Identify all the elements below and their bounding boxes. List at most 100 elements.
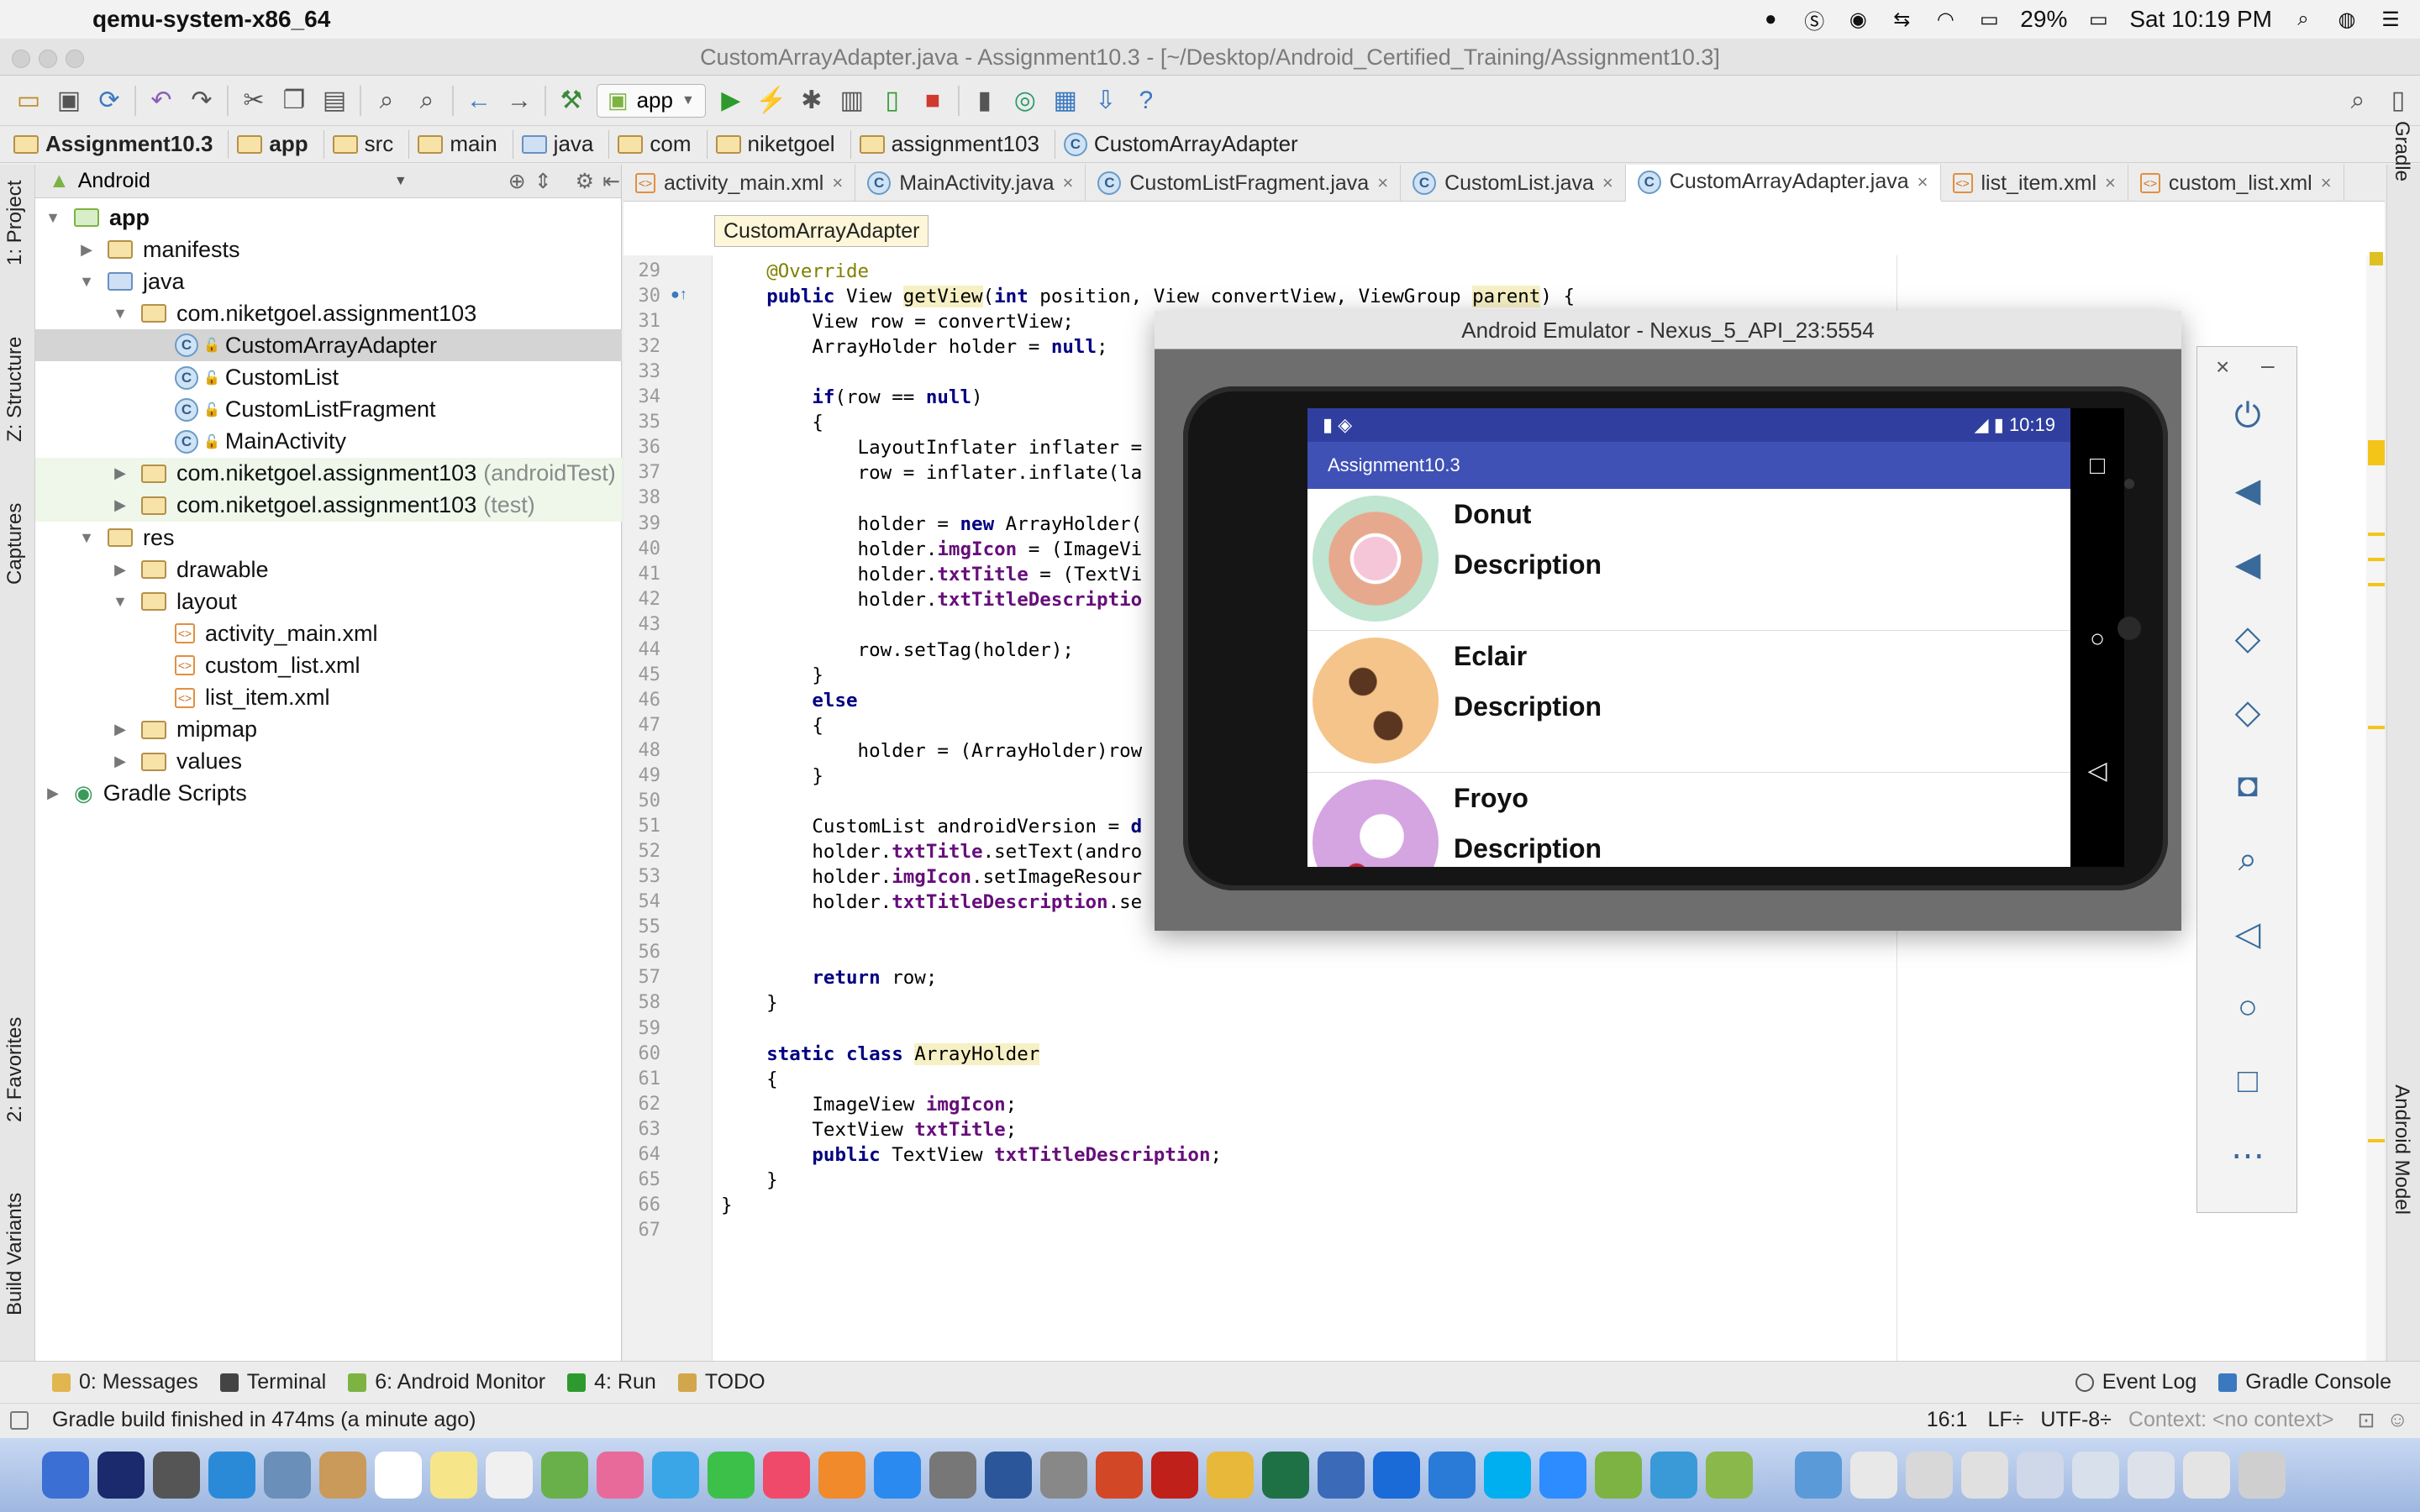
tab-structure[interactable]: Z: Structure <box>3 337 27 442</box>
copy-icon[interactable]: ❐ <box>274 81 314 121</box>
skype-icon[interactable]: Ⓢ <box>1802 7 1827 34</box>
app-store-icon[interactable] <box>874 1452 921 1499</box>
home-button-icon[interactable]: ○ <box>2070 625 2124 654</box>
sdk-manager-icon[interactable]: ⇩ <box>1086 81 1126 121</box>
xcode-icon[interactable] <box>1650 1452 1697 1499</box>
vpn-icon[interactable]: ◉ <box>1845 7 1870 32</box>
warning-marker[interactable] <box>2368 440 2385 465</box>
expand-arrow-icon[interactable]: ▼ <box>44 209 62 227</box>
tree-item[interactable]: ▶ manifests <box>35 234 622 265</box>
collapse-all-icon[interactable]: ⇕ <box>534 169 552 194</box>
overview-icon[interactable]: □ <box>2197 1063 2298 1100</box>
rotate-left-icon[interactable]: ◇ <box>2197 619 2298 658</box>
folder-icon[interactable] <box>1795 1452 1842 1499</box>
tree-item[interactable]: ▼ app <box>35 202 622 234</box>
tab-captures[interactable]: Captures <box>3 503 27 585</box>
acrobat-icon[interactable] <box>1151 1452 1198 1499</box>
finder-icon[interactable] <box>42 1452 89 1499</box>
close-tab-icon[interactable]: × <box>1602 172 1613 194</box>
close-tab-icon[interactable]: × <box>2321 172 2332 194</box>
tab-terminal[interactable]: Terminal <box>219 1370 326 1394</box>
document-icon[interactable] <box>1906 1452 1953 1499</box>
warning-marker[interactable] <box>2368 533 2385 536</box>
forward-icon[interactable]: → <box>499 81 539 121</box>
notification-center-icon[interactable]: ☰ <box>2378 7 2403 32</box>
tab-build-variants[interactable]: Build Variants <box>3 1193 27 1315</box>
breadcrumb-src[interactable]: src <box>332 129 410 159</box>
battery-icon[interactable]: ▭ <box>2086 7 2111 32</box>
redo-icon[interactable]: ↷ <box>182 81 222 121</box>
cut-icon[interactable]: ✂ <box>234 81 274 121</box>
window-minimize-button[interactable] <box>39 50 57 68</box>
rotate-right-icon[interactable]: ◇ <box>2197 693 2298 732</box>
window-close-button[interactable] <box>12 50 30 68</box>
messages-icon[interactable] <box>652 1452 699 1499</box>
photos-icon[interactable] <box>597 1452 644 1499</box>
line-separator[interactable]: LF÷ <box>1987 1408 2023 1432</box>
wifi-icon[interactable]: ◠ <box>1933 7 1958 32</box>
make-project-icon[interactable]: ⚒ <box>551 81 592 121</box>
safari-icon[interactable] <box>208 1452 255 1499</box>
tab-editor-file[interactable]: <> list_item.xml × <box>1941 165 2128 202</box>
file-encoding[interactable]: UTF-8÷ <box>2040 1408 2112 1432</box>
open-folder-icon[interactable]: ▭ <box>8 81 49 121</box>
expand-arrow-icon[interactable]: ▼ <box>111 305 129 323</box>
breadcrumb-main[interactable]: main <box>418 129 513 159</box>
tab-editor-file[interactable]: C CustomListFragment.java × <box>1086 165 1402 202</box>
spotlight-search-icon[interactable]: ⌕ <box>2291 7 2316 32</box>
collapse-arrow-icon[interactable]: ▶ <box>111 753 129 770</box>
profile-icon[interactable]: ▥ <box>832 81 872 121</box>
list-item[interactable]: Donut Description <box>1307 489 2070 631</box>
breadcrumb-niketgoel[interactable]: niketgoel <box>715 129 851 159</box>
skype-icon[interactable] <box>1484 1452 1531 1499</box>
airplay-icon[interactable]: ▭ <box>1976 7 2002 32</box>
emulator-icon[interactable] <box>1706 1452 1753 1499</box>
android-studio-icon[interactable] <box>1595 1452 1642 1499</box>
tab-editor-file[interactable]: <> custom_list.xml × <box>2128 165 2344 202</box>
tab-android-monitor[interactable]: 6: Android Monitor <box>348 1370 545 1394</box>
calendar-icon[interactable] <box>375 1452 422 1499</box>
system-preferences-icon[interactable] <box>929 1452 976 1499</box>
trash-icon[interactable] <box>2238 1452 2286 1499</box>
document-icon[interactable] <box>1850 1452 1897 1499</box>
battery-percent[interactable]: 29% <box>2020 6 2067 33</box>
volume-up-icon[interactable]: ◀ <box>2197 471 2298 510</box>
close-tab-icon[interactable]: × <box>1063 172 1074 194</box>
tool-windows-toggle-icon[interactable] <box>10 1410 29 1430</box>
tab-todo[interactable]: TODO <box>677 1370 765 1394</box>
tree-item[interactable]: C 🔓 CustomArrayAdapter <box>35 329 622 362</box>
tab-project[interactable]: 1: Project <box>3 181 27 265</box>
reminders-icon[interactable] <box>486 1452 533 1499</box>
vscode-icon[interactable] <box>1428 1452 1476 1499</box>
mail-icon[interactable] <box>264 1452 311 1499</box>
volume-down-icon[interactable]: ◀ <box>2197 545 2298 584</box>
list-item[interactable]: Eclair Description <box>1307 631 2070 773</box>
tree-item[interactable]: <> list_item.xml <box>35 682 622 714</box>
tree-item[interactable]: ▼ java <box>35 265 622 297</box>
run-config-select[interactable]: ▣ app ▼ <box>597 83 706 118</box>
tree-item[interactable]: ▼ res <box>35 522 622 554</box>
inspector-icon[interactable]: ☺ <box>2386 1408 2408 1432</box>
tab-gradle[interactable]: Gradle <box>2390 121 2413 181</box>
more-icon[interactable]: ⋯ <box>2197 1137 2298 1175</box>
project-structure-icon[interactable]: ▦ <box>1045 81 1086 121</box>
tab-editor-file[interactable]: C MainActivity.java × <box>855 165 1086 202</box>
maps-icon[interactable] <box>541 1452 588 1499</box>
recents-button-icon[interactable]: □ <box>2070 452 2124 480</box>
close-tab-icon[interactable]: × <box>1377 172 1388 194</box>
debug-icon[interactable]: ✱ <box>792 81 832 121</box>
books-icon[interactable] <box>818 1452 865 1499</box>
breadcrumb-project[interactable]: Assignment10.3 <box>13 129 229 159</box>
status-message[interactable]: Gradle build finished in 474ms (a minute… <box>52 1408 476 1432</box>
powerpoint-icon[interactable] <box>1096 1452 1143 1499</box>
tree-item[interactable]: ▶ drawable <box>35 554 622 585</box>
tab-editor-file[interactable]: C CustomArrayAdapter.java × <box>1625 165 1941 202</box>
attach-debugger-icon[interactable]: ▯ <box>872 81 913 121</box>
menubar-app-name[interactable]: qemu-system-x86_64 <box>92 6 330 33</box>
tree-item[interactable]: <> custom_list.xml <box>35 649 622 681</box>
instant-run-icon[interactable]: ⚡ <box>751 81 792 121</box>
help-icon[interactable]: ? <box>1126 81 1166 121</box>
back-icon[interactable]: ◁ <box>2197 915 2298 953</box>
expand-arrow-icon[interactable]: ▼ <box>77 529 96 547</box>
expand-arrow-icon[interactable]: ▼ <box>111 593 129 611</box>
